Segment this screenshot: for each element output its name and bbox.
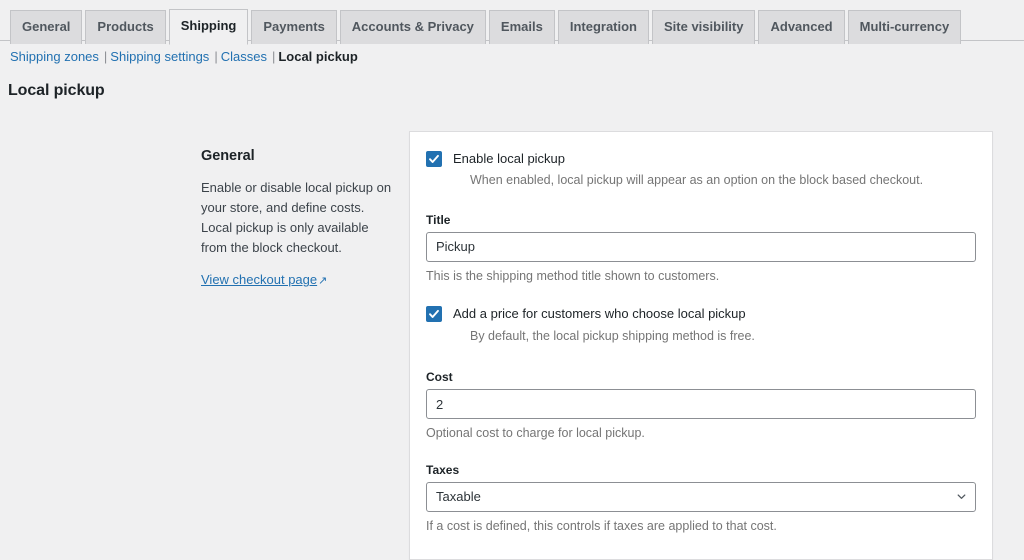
spacer — [426, 443, 976, 463]
enable-local-pickup-help: When enabled, local pickup will appear a… — [426, 172, 976, 190]
tab-accounts-privacy[interactable]: Accounts & Privacy — [340, 10, 486, 44]
enable-local-pickup-checkbox-row[interactable]: Enable local pickup — [426, 150, 976, 168]
subnav-item-shipping-zones[interactable]: Shipping zones — [10, 49, 99, 64]
title-field-group: Title This is the shipping method title … — [426, 213, 976, 286]
shipping-subnav: Shipping zones|Shipping settings|Classes… — [0, 41, 1024, 68]
subnav-item-shipping-settings[interactable]: Shipping settings — [110, 49, 209, 64]
subnav-separator: | — [209, 49, 220, 64]
add-price-label: Add a price for customers who choose loc… — [442, 305, 746, 323]
enable-local-pickup-label: Enable local pickup — [442, 150, 565, 168]
cost-field-help: Optional cost to charge for local pickup… — [426, 425, 976, 443]
tab-shipping[interactable]: Shipping — [169, 9, 249, 45]
title-field-label: Title — [426, 213, 976, 227]
tab-advanced[interactable]: Advanced — [758, 10, 844, 44]
settings-body: General Enable or disable local pickup o… — [0, 131, 1024, 560]
taxes-field-help: If a cost is defined, this controls if t… — [426, 518, 976, 536]
external-link-icon: ↗ — [317, 274, 327, 287]
settings-tabs: General Products Shipping Payments Accou… — [10, 9, 1024, 44]
spacer — [426, 345, 976, 370]
tab-payments[interactable]: Payments — [251, 10, 336, 44]
add-price-checkbox-row[interactable]: Add a price for customers who choose loc… — [426, 305, 976, 323]
cost-field-group: Cost Optional cost to charge for local p… — [426, 370, 976, 443]
checkbox-checked-icon[interactable] — [426, 151, 442, 167]
subnav-separator: | — [99, 49, 110, 64]
subnav-separator: | — [267, 49, 278, 64]
tab-site-visibility[interactable]: Site visibility — [652, 10, 755, 44]
section-description-text: Enable or disable local pickup on your s… — [201, 178, 393, 259]
view-checkout-page-label: View checkout page — [201, 272, 317, 287]
settings-description-column: General Enable or disable local pickup o… — [201, 131, 409, 560]
tab-multi-currency[interactable]: Multi-currency — [848, 10, 962, 44]
title-field-help: This is the shipping method title shown … — [426, 268, 976, 286]
enable-local-pickup-field: Enable local pickup When enabled, local … — [426, 150, 976, 190]
tab-products[interactable]: Products — [85, 10, 165, 44]
subnav-item-local-pickup[interactable]: Local pickup — [278, 49, 357, 64]
checkbox-checked-icon[interactable] — [426, 306, 442, 322]
tab-general[interactable]: General — [10, 10, 82, 44]
section-heading-general: General — [201, 148, 393, 164]
tab-integration[interactable]: Integration — [558, 10, 649, 44]
taxes-field-label: Taxes — [426, 463, 976, 477]
cost-field-label: Cost — [426, 370, 976, 384]
subnav-item-classes[interactable]: Classes — [221, 49, 267, 64]
taxes-select-wrapper[interactable]: Taxable — [426, 482, 976, 512]
settings-tab-bar: General Products Shipping Payments Accou… — [0, 0, 1024, 41]
spacer — [426, 190, 976, 213]
tab-emails[interactable]: Emails — [489, 10, 555, 44]
view-checkout-page-link[interactable]: View checkout page↗ — [201, 272, 327, 287]
page-title: Local pickup — [8, 82, 1024, 100]
taxes-select[interactable]: Taxable — [426, 482, 976, 512]
spacer — [426, 285, 976, 305]
local-pickup-settings-card: Enable local pickup When enabled, local … — [409, 131, 993, 560]
title-input[interactable] — [426, 232, 976, 262]
taxes-field-group: Taxes Taxable If a cost is defined, this… — [426, 463, 976, 536]
add-price-field: Add a price for customers who choose loc… — [426, 305, 976, 345]
add-price-help: By default, the local pickup shipping me… — [426, 328, 976, 346]
cost-input[interactable] — [426, 389, 976, 419]
